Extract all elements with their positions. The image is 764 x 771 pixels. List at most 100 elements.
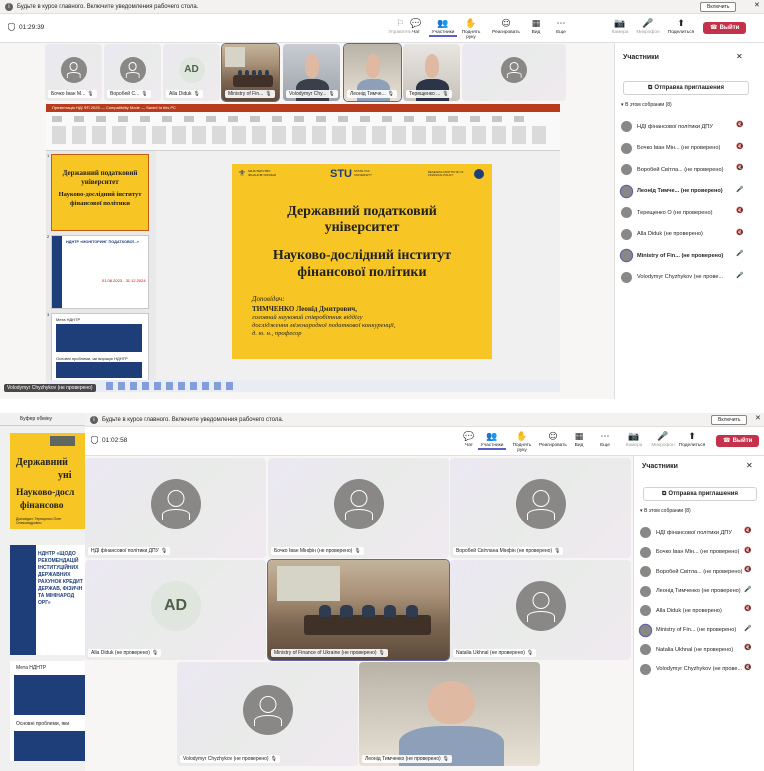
participant-name: Alla Diduk (не проверено) [637, 231, 703, 237]
close-icon[interactable]: ✕ [754, 1, 760, 9]
participant-tile[interactable]: Бочко Іван М... 🎙 [45, 44, 102, 101]
participant-tile[interactable]: Воробей Світлана Мінфін (не проверено) 🎙 [450, 458, 631, 558]
participant-name: НДІ фінансової політики ДПУ [656, 529, 732, 536]
slide-thumbnail-2[interactable]: НДНТР «МОНІТОРИНГ ПОДАТКОВОЇ...» 01.08.2… [51, 235, 149, 309]
toolbar-microphone-button[interactable]: 🎤 Микрофон [634, 19, 662, 35]
invite-button[interactable]: ⧉ Отправка приглашения [643, 487, 757, 501]
mic-off-icon: 🎙 [378, 650, 385, 656]
avatar-icon [621, 121, 632, 132]
invite-button[interactable]: ⧉ Отправка приглашения [623, 81, 749, 95]
react-icon: ☺ [548, 432, 558, 442]
person-head [304, 54, 320, 79]
toolbar-raise-hand-button[interactable]: ✋ Поднять руку [457, 19, 485, 40]
leave-button[interactable]: ☎ Выйти [716, 435, 760, 447]
participant-tile[interactable]: НДІ фінансової політики ДПУ 🎙 [85, 458, 266, 558]
participant-tile[interactable] [462, 44, 566, 101]
participant-row[interactable]: Ministry of Fin... (не проверено) [621, 250, 732, 261]
enable-notifications-button[interactable]: Включить [700, 2, 737, 12]
toolbar-camera-button[interactable]: 📷 Камера [606, 19, 634, 35]
participant-tile[interactable]: Бочко Іван Мінфін (не проверено) 🎙 [268, 458, 449, 558]
raise-hand-icon: ✋ [465, 19, 477, 29]
toolbar-more-button[interactable]: ⋯ Еще [591, 432, 619, 448]
participant-tile[interactable]: Ministry of Finance of Ukraine (не прове… [267, 559, 450, 661]
participant-row[interactable]: Volodymyr Chyzhykov (не прове... [640, 663, 751, 675]
avatar-icon [621, 271, 632, 283]
participant-tile[interactable]: Терещенко ... 🎙 [403, 44, 460, 101]
toolbar-view-button[interactable]: ▦ Вид [565, 432, 593, 448]
toolbar-camera-button[interactable]: 📷 Камера [620, 432, 648, 448]
participants-panel: Участники ✕ ⧉ Отправка приглашения ▾ В э… [633, 456, 764, 771]
participant-row[interactable]: Воробей Світла... (не проверено) [621, 164, 732, 175]
participant-row[interactable]: Бочко Іван Мін... (не проверено) [621, 142, 732, 154]
meeting-timer: 01:29:39 [8, 23, 44, 31]
enable-notifications-button[interactable]: Включить [711, 415, 748, 425]
participant-tile[interactable]: Леонід Тимче... 🎙 [343, 43, 402, 102]
mic-off-icon: 🔇 [736, 164, 744, 171]
tile-nametag: Воробей Світлана Мінфін (не проверено) 🎙 [453, 547, 564, 555]
video-feed [268, 560, 449, 660]
banner-text: Будьте в курсе главного. Включите уведом… [17, 3, 199, 10]
toolbar-label: Вид [574, 443, 584, 448]
notification-banner: i Будьте в курсе главного. Включите увед… [0, 0, 764, 14]
toolbar-label: Участники [480, 443, 504, 448]
leave-button[interactable]: ☎ Выйти [703, 22, 747, 34]
participant-tile[interactable]: AD Alla Diduk (не проверено) 🎙 [85, 560, 266, 660]
participant-row[interactable]: Natalia Ukhnal (не проверено) [640, 644, 751, 655]
toolbar-more-button[interactable]: ⋯ Еще [547, 19, 575, 35]
toolbar-share-button[interactable]: ⬆ Поделиться [678, 432, 706, 448]
participant-row[interactable]: Бочко Іван Мін... (не проверено) [640, 546, 751, 558]
mic-off-icon: 🔇 [736, 142, 744, 150]
slide-thumbnail-3[interactable]: Мета НДНТР Основні проблеми, які вирішує… [51, 313, 149, 381]
participant-row[interactable]: Воробей Світла... (не проверено) [640, 566, 751, 577]
participant-row[interactable]: Alla Diduk (не проверено) [621, 228, 732, 240]
participant-tile[interactable]: Воробей С... 🎙 [104, 44, 161, 101]
close-panel-icon[interactable]: ✕ [746, 461, 753, 470]
in-meeting-section[interactable]: ▾ В этом собрании (8) [640, 508, 691, 514]
toolbar-label: Поделиться [678, 443, 706, 448]
toolbar-people-button[interactable]: 👥 Участники [478, 432, 506, 450]
tile-nametag: Бочко Іван Мінфін (не проверено) 🎙 [271, 547, 364, 555]
tile-nametag: НДІ фінансової політики ДПУ 🎙 [88, 547, 171, 555]
toolbar-react-button[interactable]: ☺ Реагировать [492, 19, 520, 35]
participant-row[interactable]: Терещенко О (не проверено) [621, 207, 732, 218]
toolbar-view-button[interactable]: ▦ Вид [522, 19, 550, 35]
avatar-initials: AD [178, 56, 205, 83]
close-panel-icon[interactable]: ✕ [736, 52, 743, 61]
participant-tile[interactable]: Ministry of Fin... 🎙 [221, 43, 280, 102]
participant-row[interactable]: НДІ фінансової політики ДПУ [621, 121, 732, 132]
in-meeting-section[interactable]: ▾ В этом собрании (8) [621, 102, 672, 108]
participant-tile[interactable]: Volodymyr Chy... 🎙 [283, 44, 340, 101]
participant-row[interactable]: НДІ фінансової політики ДПУ [640, 527, 751, 538]
person-head [365, 54, 381, 79]
participant-tile[interactable]: Natalia Ukhnal (не проверено) 🎙 [450, 560, 631, 660]
participant-tile[interactable]: AD Alla Diduk 🎙 [163, 44, 220, 101]
toolbar-chat-button[interactable]: 💬 Чат [402, 19, 430, 35]
tile-nametag: Volodymyr Chy... 🎙 [286, 90, 338, 98]
toolbar-share-button[interactable]: ⬆ Поделиться [667, 19, 695, 35]
participant-row[interactable]: Леонід Тимченко (не проверено) [640, 585, 751, 597]
close-icon[interactable]: ✕ [755, 414, 761, 422]
mic-off-icon: 🔇 [744, 566, 752, 573]
camera-icon: 📷 [614, 19, 626, 29]
mic-off-icon: 🎙 [526, 650, 534, 656]
toolbar-raise-hand-button[interactable]: ✋ Поднять руку [508, 432, 536, 453]
avatar-icon [119, 56, 146, 83]
participant-row[interactable]: Ministry of Fin... (не проверено) [640, 624, 751, 636]
participant-row[interactable]: Alla Diduk (не проверено) [640, 605, 751, 616]
participant-row[interactable]: Volodymyr Chyzhykov (не прове... [621, 271, 732, 283]
toolbar-microphone-button[interactable]: 🎤 Микрофон [649, 432, 677, 448]
mic-on-icon: 🎤 [736, 185, 744, 193]
toolbar-label: Еще [600, 443, 610, 448]
toolbar-react-button[interactable]: ☺ Реагировать [539, 432, 567, 448]
mic-off-icon: 🎙 [554, 548, 561, 554]
participant-tile[interactable]: Volodymyr Chyzhykov (не проверено) 🎙 [177, 662, 358, 766]
toolbar-label: Чат [465, 443, 473, 448]
panel-title: Участники [623, 54, 659, 61]
person [383, 605, 397, 617]
ministry-logo: ⚜ МІНІСТЕРСТВО ФІНАНСІВ УКРАЇНИ [238, 169, 276, 179]
toolbar-people-button[interactable]: 👥 Участники [429, 19, 457, 37]
slide-thumbnail-1[interactable]: Державний податковий університет Науково… [51, 154, 149, 231]
participant-row[interactable]: Леонід Тимче... (не проверено) [621, 185, 732, 197]
clipboard-label: Буфер обміну [20, 416, 53, 422]
participant-tile[interactable]: Леонід Тимченко (не проверено) 🎙 [359, 662, 540, 766]
